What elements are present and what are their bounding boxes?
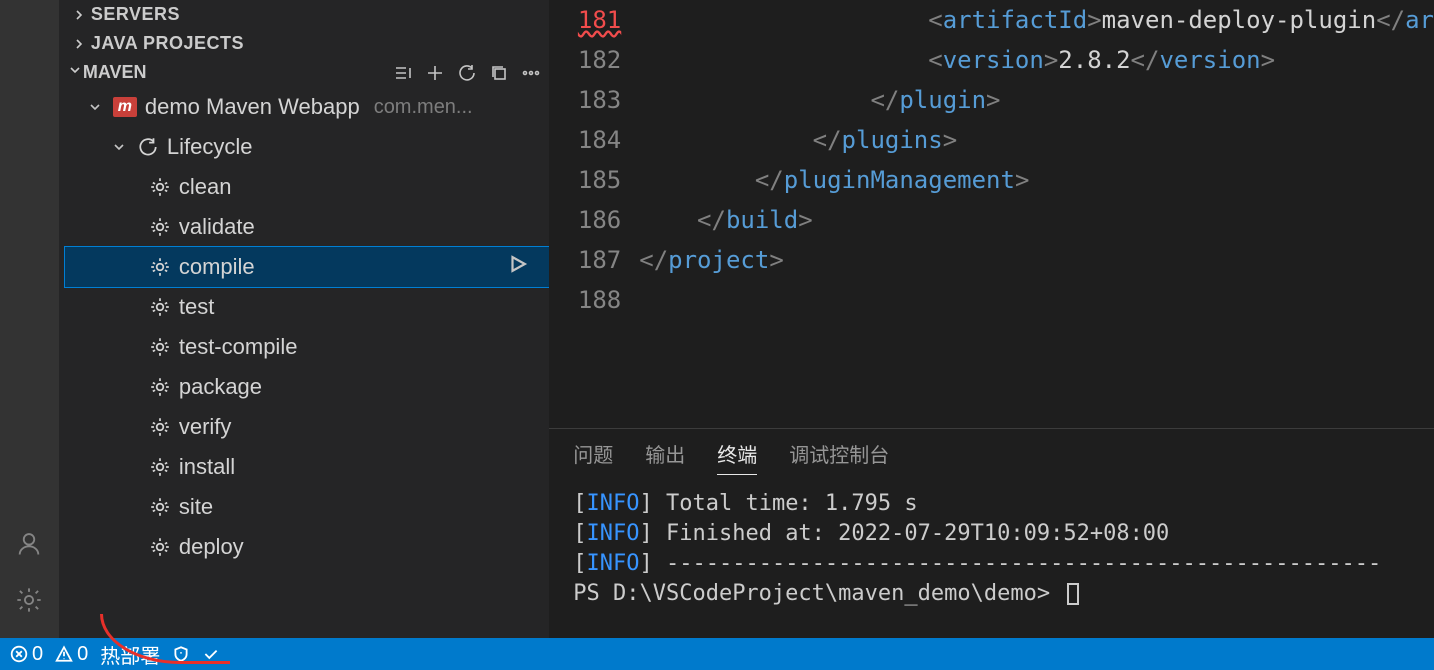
section-maven[interactable]: MAVEN: [59, 58, 549, 87]
goal-label: verify: [179, 414, 232, 440]
status-errors[interactable]: 0: [10, 643, 43, 666]
chevron-right-icon: [67, 7, 91, 23]
goal-label: compile: [179, 254, 255, 280]
lifecycle-goal-test[interactable]: test: [65, 287, 549, 327]
gear-icon: [149, 536, 171, 558]
terminal-output[interactable]: [INFO] Total time: 1.795 s [INFO] Finish…: [549, 475, 1434, 638]
copy-icon[interactable]: [489, 63, 509, 83]
goal-label: install: [179, 454, 235, 480]
gear-icon: [149, 416, 171, 438]
tab-terminal[interactable]: 终端: [717, 439, 757, 475]
play-icon[interactable]: [507, 253, 529, 281]
tab-output[interactable]: 输出: [645, 439, 685, 475]
section-servers[interactable]: SERVERS: [59, 0, 549, 29]
bottom-panel: 问题 输出 终端 调试控制台 [INFO] Total time: 1.795 …: [549, 428, 1434, 638]
chevron-right-icon: [67, 36, 91, 52]
terminal-cursor: [1067, 583, 1079, 605]
section-label: JAVA PROJECTS: [91, 33, 244, 54]
code-content[interactable]: <artifactId>maven-deploy-plugin</ar <ver…: [639, 0, 1434, 428]
lifecycle-goal-validate[interactable]: validate: [65, 207, 549, 247]
section-java-projects[interactable]: JAVA PROJECTS: [59, 29, 549, 58]
line-gutter: 181182183184185186187188: [549, 0, 639, 428]
project-name: demo Maven Webapp: [145, 94, 360, 120]
sidebar: SERVERS JAVA PROJECTS MAVEN m dem: [59, 0, 549, 638]
lifecycle-goal-site[interactable]: site: [65, 487, 549, 527]
goal-label: test: [179, 294, 214, 320]
settings-gear-icon[interactable]: [5, 576, 53, 624]
gear-icon: [149, 216, 171, 238]
gear-icon: [149, 256, 171, 278]
refresh-icon[interactable]: [457, 63, 477, 83]
gear-icon: [149, 456, 171, 478]
goal-label: clean: [179, 174, 232, 200]
lifecycle-goal-package[interactable]: package: [65, 367, 549, 407]
panel-tabs: 问题 输出 终端 调试控制台: [549, 429, 1434, 475]
editor-area: 181182183184185186187188 <artifactId>mav…: [549, 0, 1434, 638]
goal-label: test-compile: [179, 334, 298, 360]
chevron-down-icon: [85, 99, 105, 115]
chevron-down-icon: [109, 139, 129, 155]
project-group: com.men...: [374, 96, 473, 119]
lifecycle-label: Lifecycle: [167, 134, 253, 160]
maven-icon: m: [113, 97, 137, 117]
status-shield-icon[interactable]: [172, 645, 190, 663]
maven-tree: m demo Maven Webapp com.men... Lifecycle…: [59, 87, 549, 567]
tab-problems[interactable]: 问题: [573, 439, 613, 475]
gear-icon: [149, 336, 171, 358]
goal-label: package: [179, 374, 262, 400]
goal-label: site: [179, 494, 213, 520]
gear-icon: [149, 496, 171, 518]
lifecycle-goal-install[interactable]: install: [65, 447, 549, 487]
code-editor[interactable]: 181182183184185186187188 <artifactId>mav…: [549, 0, 1434, 428]
lifecycle-row[interactable]: Lifecycle: [65, 127, 549, 167]
add-icon[interactable]: [425, 63, 445, 83]
lifecycle-goal-clean[interactable]: clean: [65, 167, 549, 207]
maven-project-row[interactable]: m demo Maven Webapp com.men...: [65, 87, 549, 127]
chevron-down-icon: [67, 62, 83, 83]
lifecycle-goal-verify[interactable]: verify: [65, 407, 549, 447]
goal-label: validate: [179, 214, 255, 240]
activity-bar: [0, 0, 59, 638]
account-icon[interactable]: [5, 520, 53, 568]
gear-icon: [149, 296, 171, 318]
status-hot-deploy[interactable]: 热部署: [100, 640, 160, 669]
gear-icon: [149, 376, 171, 398]
gear-icon: [149, 176, 171, 198]
status-check-icon[interactable]: [202, 645, 220, 663]
section-label: SERVERS: [91, 4, 180, 25]
goal-label: deploy: [179, 534, 244, 560]
status-warnings[interactable]: 0: [55, 643, 88, 666]
tab-debug-console[interactable]: 调试控制台: [789, 439, 889, 475]
lifecycle-goal-deploy[interactable]: deploy: [65, 527, 549, 567]
refresh-icon: [137, 136, 159, 158]
more-icon[interactable]: [521, 63, 541, 83]
lifecycle-goal-compile[interactable]: compile: [65, 247, 549, 287]
section-label: MAVEN: [83, 62, 147, 83]
lifecycle-goal-test-compile[interactable]: test-compile: [65, 327, 549, 367]
collapse-all-icon[interactable]: [393, 63, 413, 83]
status-bar: 0 0 热部署: [0, 638, 1434, 670]
